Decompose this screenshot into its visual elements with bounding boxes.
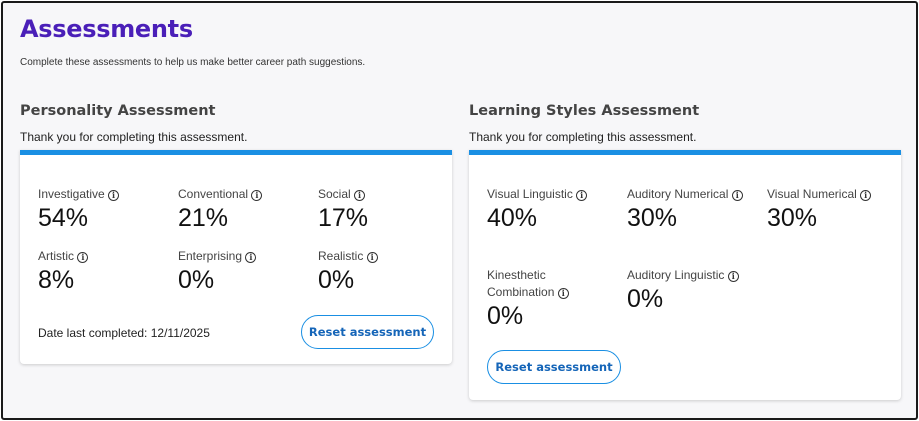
metric-label: Kinesthetic Combination (487, 268, 555, 299)
info-icon[interactable]: i (108, 190, 120, 201)
metric-label: Artistic (38, 249, 74, 263)
metric-value: 30% (627, 204, 678, 232)
info-icon[interactable]: i (77, 252, 89, 263)
metric-label: Realistic (318, 249, 364, 263)
info-icon[interactable]: i (354, 190, 366, 201)
metric-realistic: Realistic i 0% (318, 248, 378, 294)
learning-section-note: Thank you for completing this assessment… (469, 130, 697, 144)
personality-section-note: Thank you for completing this assessment… (20, 130, 248, 144)
metric-enterprising: Enterprising i 0% (178, 248, 257, 294)
learning-card: Visual Linguistic i 40% Auditory Numeric… (469, 150, 901, 400)
metric-social: Social i 17% (318, 186, 368, 232)
metric-visual-linguistic: Visual Linguistic i 40% (487, 186, 609, 232)
date-last-completed: Date last completed: 12/11/2025 (38, 326, 210, 340)
metric-value: 8% (38, 266, 75, 294)
metric-value: 17% (318, 204, 369, 232)
metric-label: Conventional (178, 187, 249, 201)
metric-kinesthetic-combination: Kinesthetic Combination i 0% (487, 267, 592, 330)
metric-investigative: Investigative i 54% (38, 186, 120, 232)
metric-value: 40% (487, 204, 538, 232)
info-icon[interactable]: i (366, 252, 378, 263)
personality-section-title: Personality Assessment (20, 103, 216, 119)
metric-auditory-numerical: Auditory Numerical i 30% (627, 186, 749, 232)
metric-value: 0% (627, 285, 664, 313)
assessments-page: Assessments Complete these assessments t… (1, 1, 918, 420)
reset-personality-button[interactable]: Reset assessment (301, 315, 434, 349)
info-icon[interactable]: i (731, 190, 743, 201)
personality-card: Investigative i 54% Conventional i 21% S… (20, 150, 452, 364)
metric-label: Enterprising (178, 249, 243, 263)
page-subtitle: Complete these assessments to help us ma… (20, 57, 366, 68)
info-icon[interactable]: i (576, 190, 588, 201)
info-icon[interactable]: i (727, 271, 739, 282)
metric-value: 21% (178, 204, 229, 232)
info-icon[interactable]: i (251, 190, 263, 201)
metric-visual-numerical: Visual Numerical i 30% (767, 186, 889, 232)
metric-label: Auditory Numerical (627, 187, 729, 201)
metric-label: Auditory Linguistic (627, 268, 725, 282)
metric-label: Social (318, 187, 351, 201)
page-title: Assessments (20, 15, 193, 43)
metric-value: 0% (318, 266, 355, 294)
info-icon[interactable]: i (557, 288, 569, 299)
metric-value: 30% (767, 204, 818, 232)
info-icon[interactable]: i (245, 252, 257, 263)
metric-label: Visual Linguistic (487, 187, 573, 201)
metric-conventional: Conventional i 21% (178, 186, 263, 232)
metric-auditory-linguistic: Auditory Linguistic i 0% (627, 267, 739, 313)
metric-value: 54% (38, 204, 89, 232)
metric-value: 0% (487, 302, 524, 330)
info-icon[interactable]: i (860, 190, 872, 201)
metric-artistic: Artistic i 8% (38, 248, 89, 294)
metric-value: 0% (178, 266, 215, 294)
learning-section-title: Learning Styles Assessment (469, 103, 700, 119)
metric-label: Investigative (38, 187, 105, 201)
reset-learning-button[interactable]: Reset assessment (487, 350, 621, 384)
metric-label: Visual Numerical (767, 187, 857, 201)
